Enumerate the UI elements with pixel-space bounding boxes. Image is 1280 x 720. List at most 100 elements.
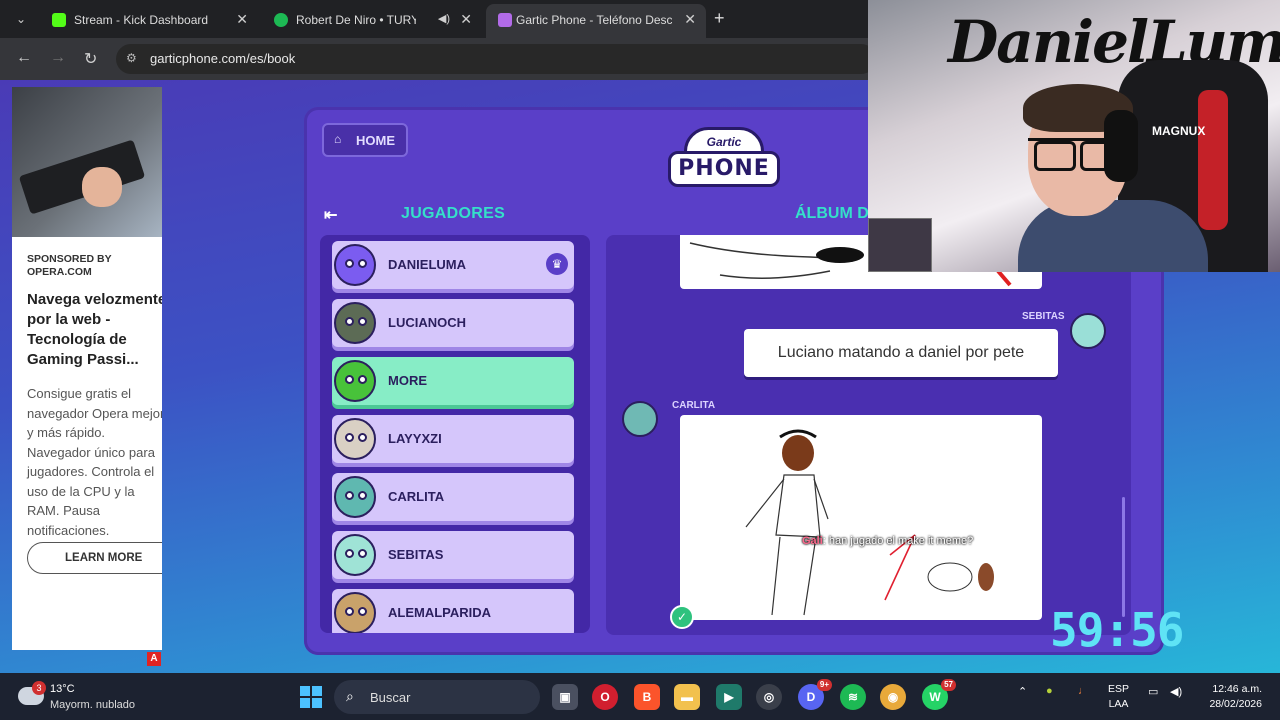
player-name: ALEMALPARIDA	[388, 605, 492, 620]
tab-title: Stream - Kick Dashboard	[74, 13, 209, 27]
weather-badge: 3	[32, 681, 46, 695]
author-name: SEBITAS	[1022, 311, 1065, 322]
volume-icon[interactable]: ◀)	[1170, 685, 1182, 698]
clock-time: 12:46 a.m.	[1212, 683, 1262, 695]
adchoices-icon[interactable]: A	[147, 652, 161, 666]
leave-icon[interactable]: ⇤	[324, 205, 337, 225]
keyboard-shape	[18, 139, 146, 215]
player-item[interactable]: LAYYXZI	[332, 415, 574, 463]
weather-widget[interactable]: 3 13°C Mayorm. nublado	[14, 681, 164, 713]
check-icon: ✓	[670, 605, 694, 629]
player-item[interactable]: MORE	[332, 357, 574, 405]
gartic-phone-logo: Gartic PHONE	[666, 125, 784, 195]
ad-headline[interactable]: Navega velozmente por la web - Tecnologí…	[27, 290, 162, 370]
album-scrollbar[interactable]	[1122, 497, 1125, 617]
player-item[interactable]: CARLITA	[332, 473, 574, 521]
windows-taskbar: 3 13°C Mayorm. nublado ⌕ Buscar ▣ O B ▬ …	[0, 673, 1280, 720]
album-title: ÁLBUM D	[795, 205, 869, 222]
home-label: HOME	[356, 133, 395, 148]
phrase-bubble: Luciano matando a daniel por pete	[744, 329, 1058, 377]
avatar	[1070, 313, 1106, 349]
tab-title: Gartic Phone - Teléfono Descon	[516, 13, 672, 27]
app-icon[interactable]: ▶	[716, 684, 742, 710]
app-tray-icon[interactable]: ●	[1046, 685, 1053, 697]
avatar	[334, 534, 376, 576]
player-name: CARLITA	[388, 489, 445, 504]
system-clock[interactable]: 12:46 a.m. 28/02/2026	[1198, 682, 1262, 712]
player-item[interactable]: SEBITAS	[332, 531, 574, 579]
opera-icon[interactable]: O	[592, 684, 618, 710]
avatar	[334, 418, 376, 460]
ad-sponsor: SPONSORED BY OPERA.COM	[27, 253, 112, 278]
album-feed[interactable]: SEBITAS Luciano matando a daniel por pet…	[606, 235, 1131, 635]
tab-spotify[interactable]: Robert De Niro • TURY ◀) ✕	[262, 4, 482, 38]
chair-accent	[1198, 90, 1228, 230]
tab-gartic[interactable]: Gartic Phone - Teléfono Descon ✕	[486, 4, 706, 38]
notification-badge: 9+	[816, 679, 832, 691]
crown-icon: ♛	[546, 253, 568, 275]
home-button[interactable]: ⌂ HOME	[322, 123, 408, 157]
avatar	[334, 244, 376, 286]
player-name: LUCIANOCH	[388, 315, 466, 330]
spotify-icon	[274, 13, 288, 27]
ad-body: Consigue gratis el navegador Opera mejor…	[27, 386, 162, 538]
sponsored-ad[interactable]: SPONSORED BY OPERA.COM Navega velozmente…	[12, 87, 162, 650]
author-name: CARLITA	[672, 400, 716, 411]
avatar	[622, 401, 658, 437]
weather-temp: 13°C	[50, 683, 75, 695]
tab-search-button[interactable]: ⌄	[10, 8, 32, 30]
chat-overlay: Gali: han jugado el make it meme?	[802, 535, 973, 547]
discord-icon[interactable]: D 9+	[798, 679, 832, 710]
home-icon: ⌂	[334, 132, 342, 146]
task-view-icon[interactable]: ▣	[552, 684, 578, 710]
chat-user: Gali	[802, 535, 823, 547]
player-name: SEBITAS	[388, 547, 444, 562]
app-icon[interactable]: ◎	[756, 684, 782, 710]
phone-icon	[498, 13, 512, 27]
whatsapp-icon[interactable]: W 57	[922, 679, 956, 710]
folder-icon[interactable]: ▬	[674, 684, 700, 710]
avatar	[334, 476, 376, 518]
forward-arrow-icon[interactable]: →	[50, 49, 66, 67]
site-info-icon[interactable]: ⚙	[126, 51, 137, 65]
player-item[interactable]: ALEMALPARIDA	[332, 589, 574, 633]
hand-shape	[82, 167, 122, 207]
chair-logo-text: MAGNUX	[1152, 124, 1206, 138]
streamer-shirt	[1018, 200, 1208, 272]
players-title: JUGADORES	[401, 205, 506, 222]
learn-more-button[interactable]: LEARN MORE	[27, 542, 162, 574]
taskbar-search[interactable]: ⌕ Buscar	[334, 680, 540, 714]
avatar	[334, 592, 376, 633]
weather-desc: Mayorm. nublado	[50, 699, 135, 711]
reload-icon[interactable]: ↻	[84, 49, 97, 69]
ad-image	[12, 87, 162, 237]
player-name: LAYYXZI	[388, 431, 442, 446]
microphone-icon[interactable]: ♩	[1078, 685, 1089, 697]
network-icon[interactable]: ▭	[1148, 685, 1158, 698]
close-icon[interactable]: ✕	[236, 11, 248, 28]
player-item[interactable]: LUCIANOCH	[332, 299, 574, 347]
logo-main-text: PHONE	[668, 151, 780, 187]
stream-timer: 59:56	[1050, 603, 1184, 657]
windows-start-icon[interactable]	[300, 686, 322, 708]
spotify-icon[interactable]: ≋	[840, 684, 866, 710]
tab-kick[interactable]: Stream - Kick Dashboard ✕	[40, 4, 258, 38]
drawing-card	[680, 415, 1042, 620]
url-text: garticphone.com/es/book	[150, 51, 296, 66]
new-tab-button[interactable]: +	[714, 8, 725, 29]
chat-message: : han jugado el make it meme?	[822, 535, 974, 547]
close-icon[interactable]: ✕	[460, 11, 472, 28]
player-name: DANIELUMA	[388, 257, 466, 272]
player-list: DANIELUMA ♛ LUCIANOCH MORE LAYYXZI CARLI…	[320, 235, 590, 633]
player-item[interactable]: DANIELUMA ♛	[332, 241, 574, 289]
lang-layout: LAA	[1108, 698, 1129, 710]
address-bar[interactable]: ⚙ garticphone.com/es/book	[116, 44, 876, 74]
avatar	[334, 360, 376, 402]
back-arrow-icon[interactable]: ←	[16, 49, 32, 67]
language-indicator[interactable]: ESP LAA	[1108, 682, 1129, 712]
chrome-icon[interactable]: ◉	[880, 684, 906, 710]
close-icon[interactable]: ✕	[684, 11, 696, 28]
chevron-up-icon[interactable]: ⌃	[1018, 685, 1027, 698]
brave-icon[interactable]: B	[634, 684, 660, 710]
speaker-icon[interactable]: ◀)	[438, 12, 450, 25]
